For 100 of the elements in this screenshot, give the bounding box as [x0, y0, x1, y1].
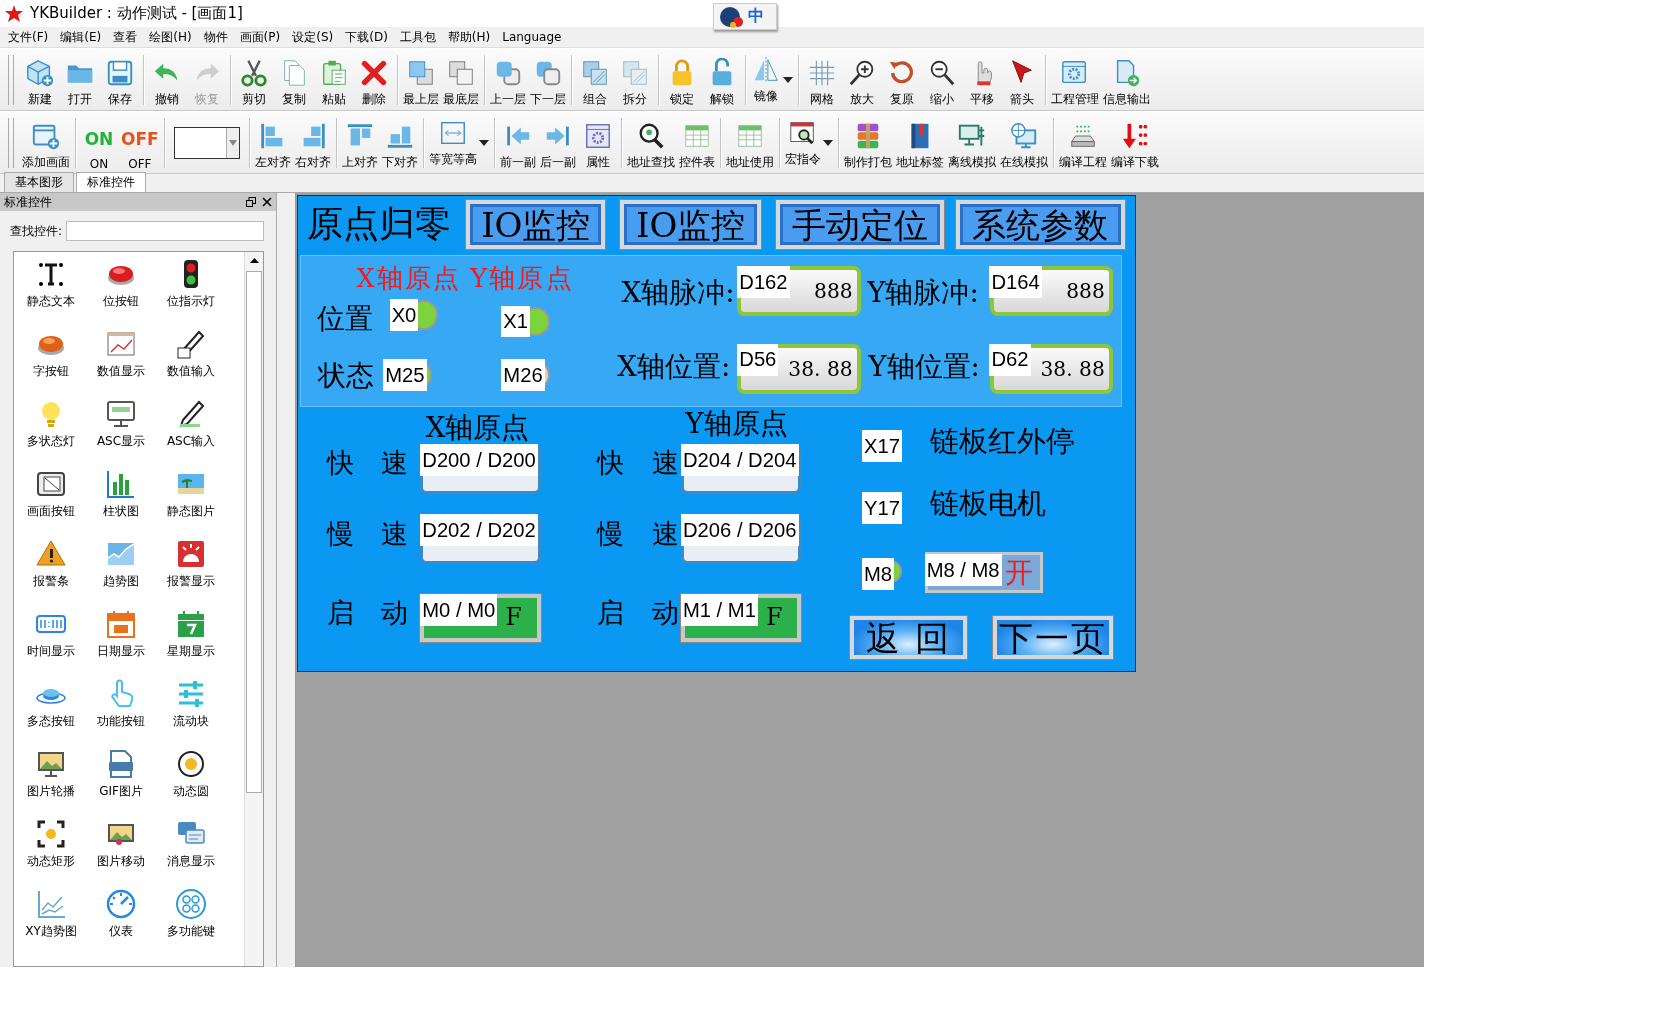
panel-tab[interactable]: 基本图形 — [4, 172, 74, 192]
toolbar-button[interactable]: 离线模拟 — [945, 114, 998, 171]
toolbar-button[interactable]: 缩小 — [922, 51, 962, 108]
control-item[interactable]: 多态按钮 — [16, 678, 86, 748]
toolbar-button[interactable]: 在线模拟 — [997, 114, 1050, 171]
input-field[interactable]: D200 / D200 — [420, 443, 541, 494]
control-item[interactable]: ASC显示 — [86, 398, 156, 468]
control-item[interactable]: 报警显示 — [156, 538, 226, 608]
toolbar-button[interactable]: 控件表 — [676, 114, 717, 171]
control-item[interactable]: 数值显示 — [86, 328, 156, 398]
search-field[interactable] — [66, 221, 264, 241]
toolbar-button[interactable]: 平移 — [962, 51, 1002, 108]
toolbar-dropdown-button[interactable]: 镜像 — [749, 51, 795, 108]
toolbar-button[interactable]: 上一层 — [488, 51, 528, 108]
control-item[interactable]: ASC输入 — [156, 398, 226, 468]
control-item[interactable]: 时间显示 — [16, 608, 86, 678]
control-item[interactable]: 星期显示 — [156, 608, 226, 678]
nav-button[interactable]: 手动定位 — [775, 200, 944, 250]
control-item[interactable]: 静态文本 — [16, 258, 86, 328]
toolbar-button[interactable]: 属性 — [577, 114, 618, 171]
toolbar-button[interactable]: 编译工程 — [1056, 114, 1109, 171]
control-item[interactable]: XY趋势图 — [16, 888, 86, 958]
control-item[interactable]: 柱状图 — [86, 468, 156, 538]
menu-item[interactable]: 查看 — [107, 28, 144, 46]
toolbar-dropdown-button[interactable]: 等宽等高 — [426, 114, 491, 171]
toolbar-button[interactable]: 添加画面 — [20, 114, 72, 171]
toolbar-button[interactable]: 撤销 — [147, 51, 187, 108]
menu-item[interactable]: 帮助(H) — [441, 28, 497, 46]
toggle-button[interactable]: M8 / M8 开 — [924, 552, 1043, 593]
toolbar-button[interactable]: 最底层 — [441, 51, 481, 108]
toolbar-button[interactable]: 地址使用 — [723, 114, 776, 171]
menu-item[interactable]: Language — [496, 30, 568, 44]
toolbar-button[interactable]: 地址标签 — [893, 114, 946, 171]
toolbar-dropdown-button[interactable]: 宏指令 — [782, 114, 835, 171]
toolbar-button[interactable]: 网格 — [802, 51, 842, 108]
control-item[interactable]: 画面按钮 — [16, 468, 86, 538]
toolbar-button[interactable]: 删除 — [354, 51, 394, 108]
menu-item[interactable]: 设定(S) — [286, 28, 340, 46]
toolbar-button[interactable]: 放大 — [842, 51, 882, 108]
toolbar-button[interactable]: 保存 — [100, 51, 140, 108]
toolbar-button[interactable]: 编译下载 — [1108, 114, 1161, 171]
menu-item[interactable]: 物件 — [197, 28, 234, 46]
page-button[interactable]: 下一页 — [992, 616, 1113, 659]
menu-item[interactable]: 工具包 — [393, 28, 442, 46]
menu-item[interactable]: 文件(F) — [2, 28, 55, 46]
menu-item[interactable]: 画面(P) — [233, 28, 287, 46]
toolbar-button[interactable]: 地址查找 — [624, 114, 677, 171]
toolbar-button[interactable]: ON ON — [79, 114, 119, 171]
control-item[interactable]: 功能按钮 — [86, 678, 156, 748]
control-item[interactable]: 多功能键 — [156, 888, 226, 958]
input-field[interactable]: D202 / D202 — [420, 514, 541, 565]
panel-tab[interactable]: 标准控件 — [76, 172, 146, 192]
control-item[interactable]: 日期显示 — [86, 608, 156, 678]
menu-item[interactable]: 绘图(H) — [143, 28, 198, 46]
toolbar-button[interactable]: 拆分 — [615, 51, 655, 108]
toolbar-button[interactable]: 组合 — [575, 51, 615, 108]
ime-toolbar[interactable]: 中 — [713, 3, 777, 30]
toolbar-button[interactable]: 解锁 — [702, 51, 742, 108]
page-button[interactable]: 返 回 — [850, 616, 968, 659]
control-item[interactable]: 图片轮播 — [16, 748, 86, 818]
control-item[interactable]: 静态图片 — [156, 468, 226, 538]
toolbar-button[interactable]: 粘贴 — [314, 51, 354, 108]
splitter[interactable] — [277, 193, 296, 967]
toolbar-button[interactable]: 箭头 — [1002, 51, 1042, 108]
scrollbar[interactable] — [244, 252, 263, 966]
control-item[interactable]: 动态圆 — [156, 748, 226, 818]
toolbar-button[interactable]: 前一副 — [497, 114, 538, 171]
toolbar-button[interactable]: 左对齐 — [252, 114, 293, 171]
toolbar-button[interactable]: 剪切 — [234, 51, 274, 108]
control-item[interactable]: 消息显示 — [156, 818, 226, 888]
control-item[interactable]: 位按钮 — [86, 258, 156, 328]
toolbar-button[interactable]: 工程管理 — [1049, 51, 1101, 108]
control-item[interactable]: 流动块 — [156, 678, 226, 748]
toolbar-button[interactable]: 后一副 — [537, 114, 578, 171]
toolbar-button[interactable]: 新建 — [20, 51, 60, 108]
control-item[interactable]: 动态矩形 — [16, 818, 86, 888]
toolbar-button[interactable]: 制作打包 — [841, 114, 894, 171]
control-item[interactable]: 字按钮 — [16, 328, 86, 398]
toolbar-button[interactable]: 上对齐 — [339, 114, 380, 171]
nav-button[interactable]: 系统参数 — [955, 200, 1125, 250]
control-item[interactable]: GIF图片 — [86, 748, 156, 818]
dropdown-field[interactable] — [173, 126, 240, 159]
control-item[interactable]: 仪表 — [86, 888, 156, 958]
control-item[interactable]: 趋势图 — [86, 538, 156, 608]
switch-button[interactable]: M0 / M0 F — [420, 593, 541, 642]
toolbar-button[interactable]: 下对齐 — [379, 114, 420, 171]
toolbar-button[interactable]: 锁定 — [662, 51, 702, 108]
menu-item[interactable]: 下载(D) — [339, 28, 394, 46]
nav-button[interactable]: IO监控 — [620, 200, 761, 250]
toolbar-button[interactable]: 复制 — [274, 51, 314, 108]
toolbar-button[interactable]: 复原 — [882, 51, 922, 108]
toolbar-button[interactable]: 最上层 — [401, 51, 441, 108]
control-item[interactable]: 多状态灯 — [16, 398, 86, 468]
menu-item[interactable]: 编辑(E) — [54, 28, 108, 46]
control-item[interactable]: 报警条 — [16, 538, 86, 608]
toolbar-button[interactable]: OFF OFF — [119, 114, 161, 171]
toolbar-button[interactable]: 右对齐 — [292, 114, 333, 171]
control-item[interactable]: 位指示灯 — [156, 258, 226, 328]
toolbar-button[interactable]: 信息输出 — [1101, 51, 1153, 108]
toolbar-button[interactable]: 打开 — [60, 51, 100, 108]
